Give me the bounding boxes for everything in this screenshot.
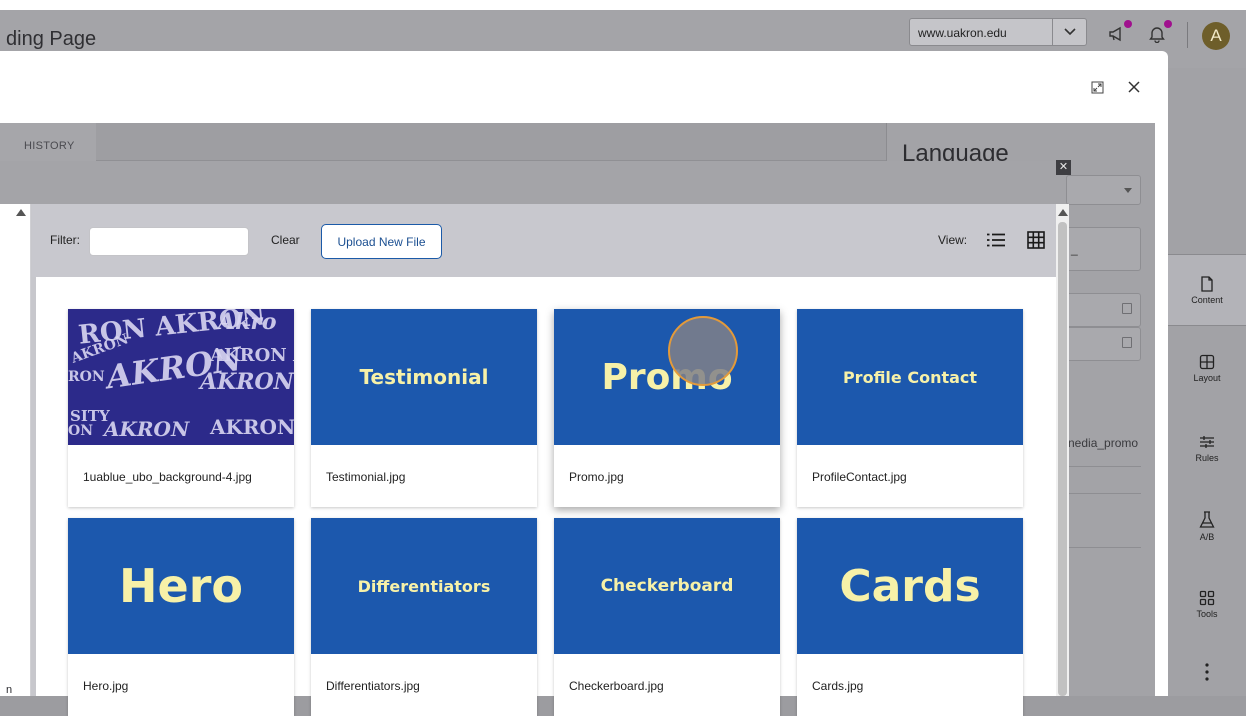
expand-icon[interactable] (1086, 76, 1108, 98)
kebab-icon (1205, 663, 1209, 681)
page-title: ding Page (6, 28, 97, 50)
file-icon (1201, 275, 1213, 292)
side-nav-item-content[interactable]: Content (1168, 254, 1246, 326)
tools-icon (1199, 590, 1215, 605)
close-icon[interactable] (1122, 74, 1146, 100)
language-select[interactable] (1066, 175, 1141, 205)
filter-label: Filter: (50, 233, 80, 247)
side-nav-label: A/B (1199, 531, 1215, 542)
file-name: Testimonial.jpg (326, 470, 406, 484)
announcement-icon[interactable] (1105, 20, 1132, 46)
divider (1066, 466, 1141, 467)
file-card[interactable]: Profile Contact ProfileContact.jpg (797, 309, 1023, 507)
file-thumbnail: Cards (797, 518, 1023, 654)
file-thumbnail: RON AKRON Akro AKRON AKRON AKRON AKR RON… (68, 309, 294, 445)
scrollbar-thumb[interactable] (1058, 222, 1067, 696)
close-icon[interactable]: ✕ (1056, 160, 1071, 175)
picker-header (0, 161, 1066, 204)
scrollbar-left[interactable] (0, 204, 31, 696)
grid-view-icon[interactable] (1025, 229, 1047, 251)
file-name: 1uablue_ubo_background-4.jpg (83, 470, 252, 484)
side-nav-item-tools[interactable]: Tools (1168, 568, 1246, 640)
file-card[interactable]: Testimonial Testimonial.jpg (311, 309, 537, 507)
tab-bar (96, 123, 886, 161)
chevron-down-icon (1124, 188, 1132, 193)
language-field[interactable] (1066, 293, 1141, 327)
tab-history[interactable]: HISTORY (0, 123, 96, 161)
file-card[interactable]: Differentiators Differentiators.jpg (311, 518, 537, 716)
file-card[interactable]: Hero Hero.jpg (68, 518, 294, 716)
filter-input[interactable] (89, 227, 249, 256)
scroll-up-icon (16, 209, 26, 216)
file-name: Checkerboard.jpg (569, 679, 664, 693)
header-divider (1187, 22, 1188, 48)
more-options-button[interactable] (1168, 648, 1246, 696)
file-thumbnail: Profile Contact (797, 309, 1023, 445)
save-icon (1122, 303, 1132, 314)
divider (1066, 547, 1141, 548)
save-icon (1122, 337, 1132, 348)
flask-icon (1199, 510, 1215, 528)
notification-dot (1164, 20, 1172, 28)
file-card[interactable]: Cards Cards.jpg (797, 518, 1023, 716)
side-nav-label: Layout (1193, 372, 1221, 383)
file-name: Hero.jpg (83, 679, 129, 693)
file-card[interactable]: RON AKRON Akro AKRON AKRON AKRON AKR RON… (68, 309, 294, 507)
clear-button[interactable]: Clear (271, 233, 300, 247)
file-card[interactable]: Promo Promo.jpg (554, 309, 780, 507)
file-card[interactable]: Checkerboard Checkerboard.jpg (554, 518, 780, 716)
layout-icon (1199, 354, 1215, 369)
file-name: Cards.jpg (812, 679, 864, 693)
domain-select[interactable]: www.uakron.edu (909, 18, 1087, 46)
language-field[interactable] (1066, 327, 1141, 361)
language-text-field[interactable]: _ (1066, 227, 1141, 271)
chevron-down-icon (1052, 19, 1086, 45)
file-name: ProfileContact.jpg (812, 470, 907, 484)
side-nav-label: Tools (1196, 608, 1218, 619)
file-thumbnail: Hero (68, 518, 294, 654)
divider (1066, 493, 1141, 494)
avatar[interactable]: A (1202, 22, 1230, 50)
file-thumbnail: Checkerboard (554, 518, 780, 654)
file-thumbnail: Testimonial (311, 309, 537, 445)
side-nav-label: Rules (1195, 452, 1219, 463)
side-nav-label: Content (1191, 294, 1223, 305)
window-top-strip (0, 0, 1246, 10)
file-thumbnail: Promo (554, 309, 780, 445)
cursor-highlight (668, 316, 738, 386)
side-nav-item-rules[interactable]: Rules (1168, 412, 1246, 484)
background-text: n (6, 684, 13, 696)
domain-select-value: www.uakron.edu (918, 26, 1007, 40)
file-thumbnail: Differentiators (311, 518, 537, 654)
side-nav-item-ab[interactable]: A/B (1168, 490, 1246, 562)
file-name: Promo.jpg (569, 470, 624, 484)
notification-dot (1124, 20, 1132, 28)
view-label: View: (938, 233, 968, 247)
scroll-up-icon (1058, 209, 1068, 216)
rules-icon (1200, 435, 1214, 448)
bell-icon[interactable] (1145, 20, 1172, 46)
list-view-icon[interactable] (985, 229, 1007, 251)
file-name: Differentiators.jpg (326, 679, 420, 693)
side-nav-item-layout[interactable]: Layout (1168, 332, 1246, 404)
upload-new-file-button[interactable]: Upload New File (321, 224, 442, 259)
scrollbar-right[interactable] (1056, 204, 1069, 696)
media-name-text: nedia_promo (1068, 436, 1139, 450)
